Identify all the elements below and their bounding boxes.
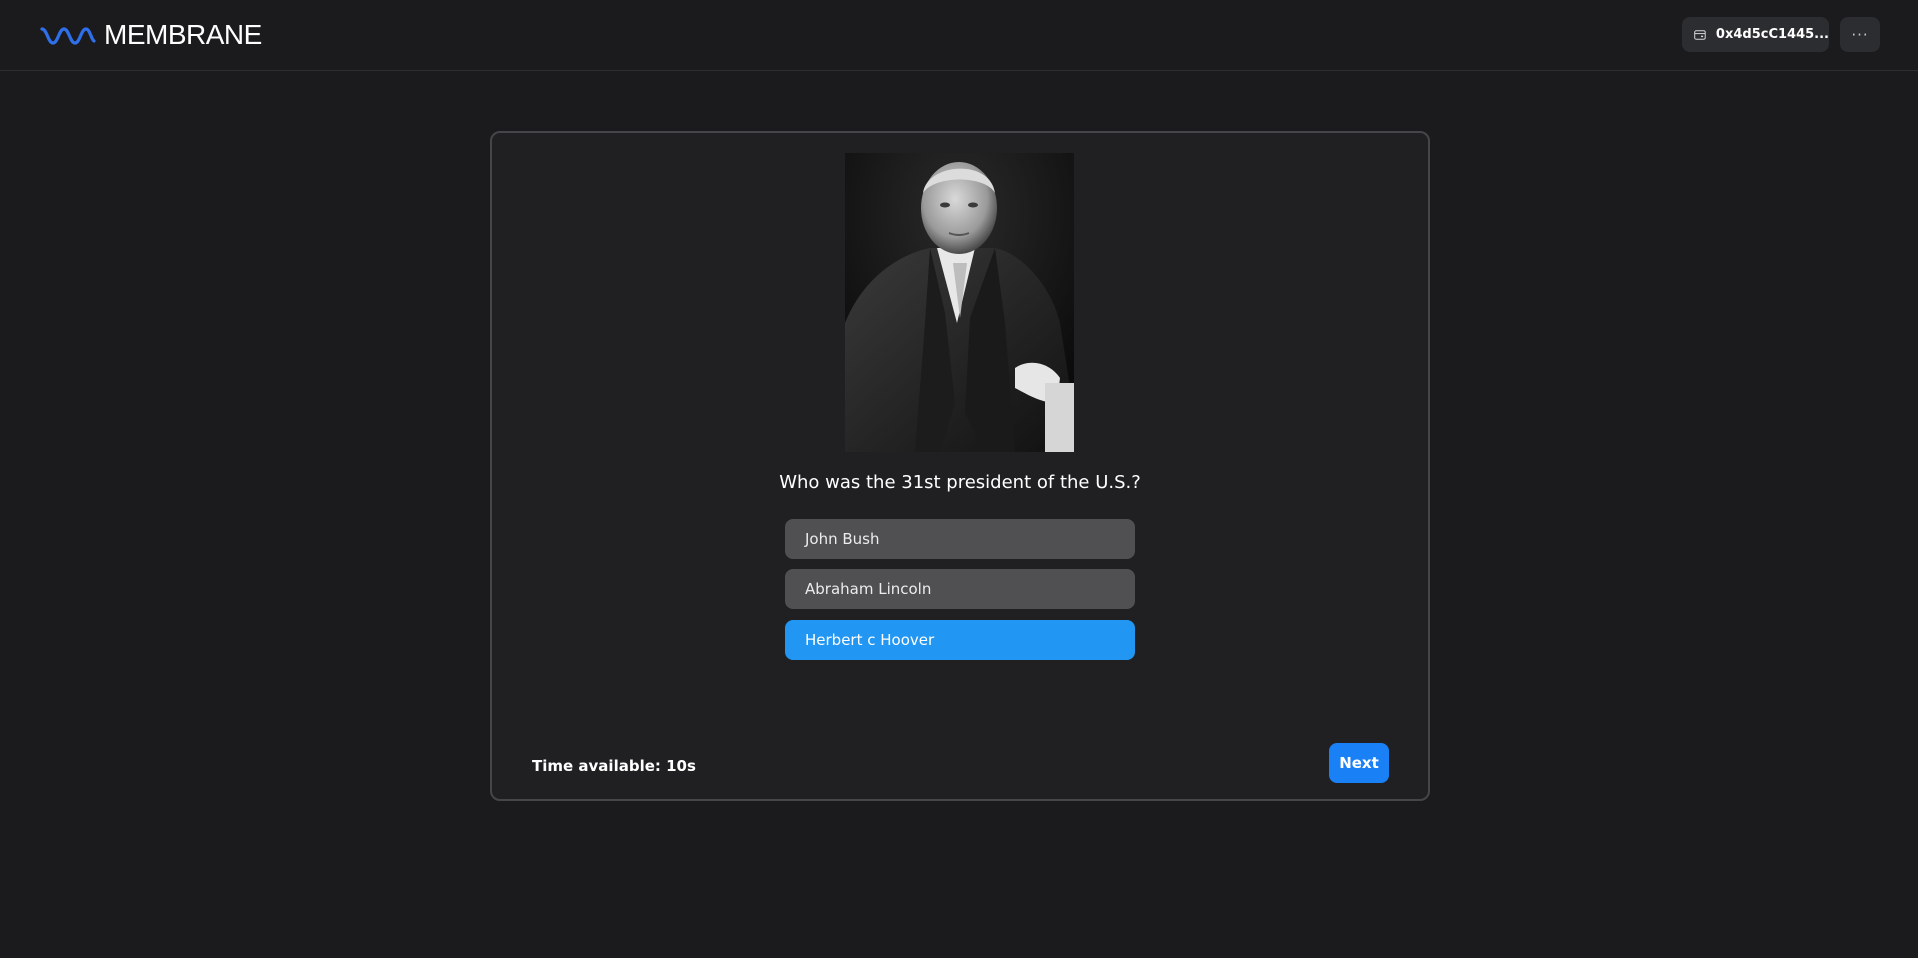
next-button[interactable]: Next [1329,743,1389,783]
question-image [845,153,1074,452]
top-bar: MEMBRANE 0x4d5cC1445... ··· [0,0,1918,71]
answer-option-2[interactable]: Abraham Lincoln [785,569,1135,609]
brand-name: MEMBRANE [104,19,262,50]
wallet-icon [1694,29,1706,40]
time-available: Time available: 10s [532,757,696,775]
answer-option-3[interactable]: Herbert c Hoover [785,620,1135,660]
portrait-illustration [845,153,1074,452]
wallet-button[interactable]: 0x4d5cC1445... [1682,17,1829,52]
brand[interactable]: MEMBRANE [40,18,262,52]
wallet-address: 0x4d5cC1445... [1715,27,1829,42]
answer-option-1[interactable]: John Bush [785,519,1135,559]
more-options-button[interactable]: ··· [1840,17,1880,52]
question-text: Who was the 31st president of the U.S.? [779,472,1141,493]
wave-logo-icon [40,27,96,45]
